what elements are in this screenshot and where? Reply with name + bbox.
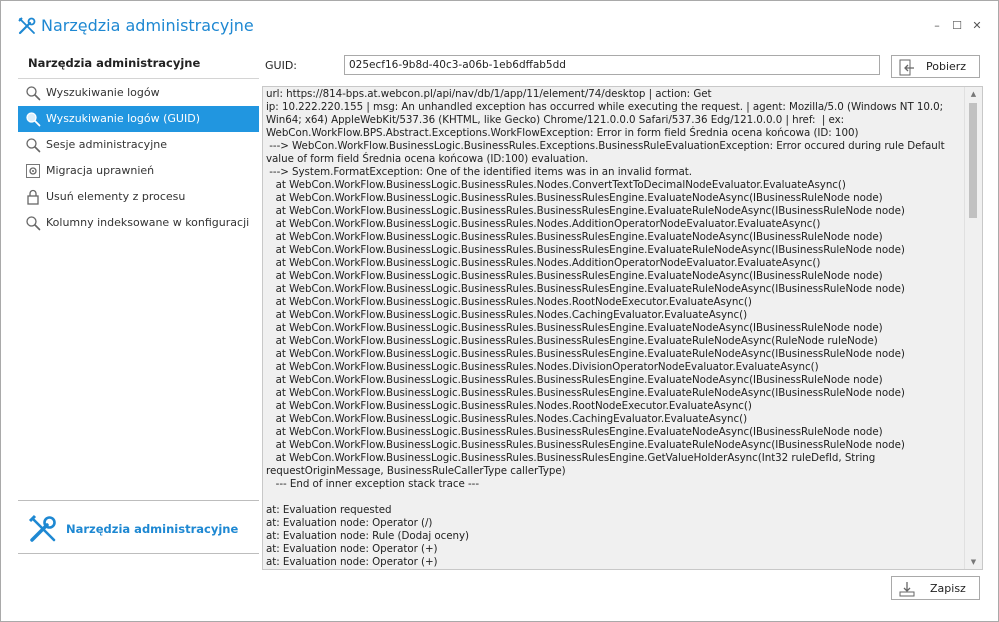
minimize-button[interactable]: – [929, 18, 945, 34]
tools-icon [17, 16, 37, 36]
tools-icon [27, 513, 59, 545]
sidebar-item-label: Migracja uprawnień [46, 164, 155, 177]
fetch-button-label: Pobierz [926, 60, 967, 73]
save-icon [898, 580, 916, 598]
save-button[interactable]: Zapisz [891, 576, 980, 600]
scroll-up-arrow-icon[interactable]: ▲ [965, 87, 982, 101]
sidebar-item-label: Wyszukiwanie logów (GUID) [46, 112, 200, 125]
fetch-button[interactable]: Pobierz [891, 55, 980, 78]
sidebar-footer-admin-tools[interactable]: Narzędzia administracyjne [18, 500, 259, 554]
scroll-thumb[interactable] [969, 103, 977, 218]
sidebar: Narzędzia administracyjne Wyszukiwanie l… [18, 49, 259, 609]
sidebar-footer-label: Narzędzia administracyjne [66, 522, 239, 536]
sidebar-item-label: Sesje administracyjne [46, 138, 167, 151]
sidebar-header: Narzędzia administracyjne [18, 49, 259, 79]
sidebar-title: Narzędzia administracyjne [28, 56, 201, 70]
sidebar-item-indexed-columns[interactable]: Kolumny indeksowane w konfiguracji [18, 210, 259, 236]
log-output[interactable]: url: https://814-bps.at.webcon.pl/api/na… [262, 86, 983, 570]
magnifier-icon [25, 137, 41, 153]
sidebar-item-delete-elements[interactable]: Usuń elementy z procesu [18, 184, 259, 210]
close-button[interactable]: ✕ [969, 18, 985, 34]
sidebar-item-label: Usuń elementy z procesu [46, 190, 186, 203]
import-icon [898, 59, 916, 77]
title-bar: Narzędzia administracyjne – ☐ ✕ [1, 1, 998, 49]
maximize-button[interactable]: ☐ [949, 18, 965, 34]
guid-label: GUID: [265, 59, 297, 72]
sidebar-item-label: Kolumny indeksowane w konfiguracji [46, 216, 250, 229]
sidebar-item-admin-sessions[interactable]: Sesje administracyjne [18, 132, 259, 158]
sidebar-item-log-search[interactable]: Wyszukiwanie logów [18, 80, 259, 106]
sidebar-item-label: Wyszukiwanie logów [46, 86, 160, 99]
magnifier-icon [25, 111, 41, 127]
scroll-down-arrow-icon[interactable]: ▼ [965, 555, 982, 569]
save-button-label: Zapisz [930, 582, 966, 595]
magnifier-icon [25, 85, 41, 101]
window-title: Narzędzia administracyjne [41, 16, 254, 35]
sidebar-item-log-search-guid[interactable]: Wyszukiwanie logów (GUID) [18, 106, 259, 132]
magnifier-icon [25, 215, 41, 231]
lock-icon [25, 189, 41, 205]
log-scrollbar[interactable]: ▲ ▼ [964, 87, 982, 569]
guid-input[interactable] [344, 55, 880, 75]
log-text: url: https://814-bps.at.webcon.pl/api/na… [266, 88, 945, 568]
gear-icon [25, 163, 41, 179]
admin-tools-window: Narzędzia administracyjne – ☐ ✕ Narzędzi… [0, 0, 999, 622]
sidebar-item-permission-migration[interactable]: Migracja uprawnień [18, 158, 259, 184]
